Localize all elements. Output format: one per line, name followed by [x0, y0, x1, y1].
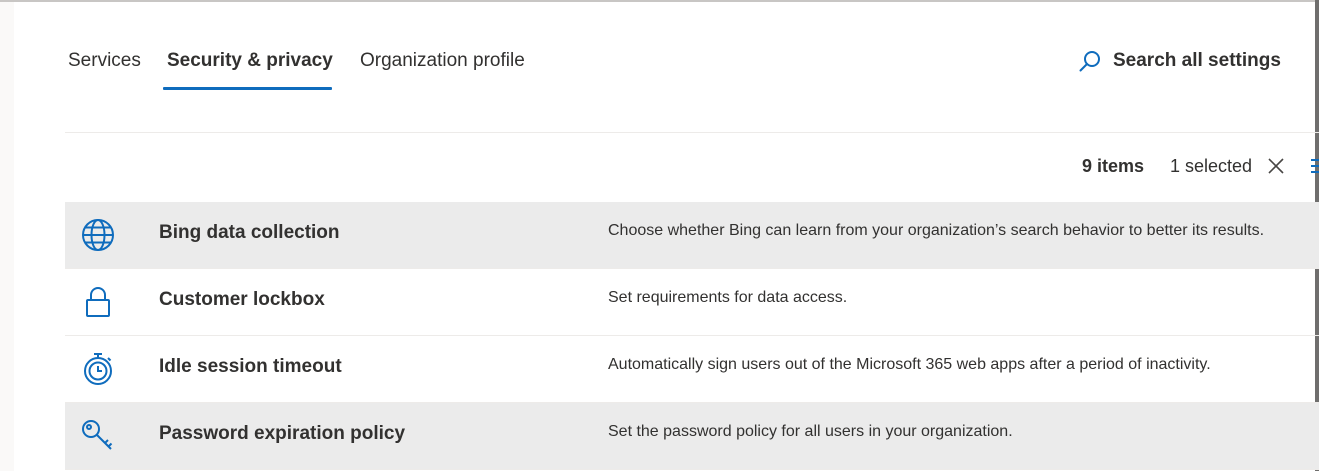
- item-description: Automatically sign users out of the Micr…: [608, 356, 1211, 373]
- lock-icon: [81, 285, 115, 319]
- item-count: 9 items: [1082, 156, 1145, 176]
- header-divider: [65, 132, 1319, 133]
- tab-services[interactable]: Services: [68, 40, 141, 82]
- list-item[interactable]: Customer lockbox Set requirements for da…: [65, 269, 1319, 336]
- globe-icon: [81, 218, 115, 252]
- settings-list: Bing data collection Choose whether Bing…: [65, 202, 1319, 470]
- timer-icon: [81, 352, 115, 386]
- search-label: Search all settings: [1113, 50, 1281, 71]
- search-icon: [1078, 49, 1102, 73]
- list-item[interactable]: Bing data collection Choose whether Bing…: [65, 202, 1319, 269]
- list-item[interactable]: Idle session timeout Automatically sign …: [65, 336, 1319, 403]
- key-icon: [81, 419, 115, 453]
- list-icon[interactable]: [1309, 156, 1319, 176]
- item-name: Password expiration policy: [159, 423, 406, 444]
- active-tab-indicator: [163, 87, 332, 90]
- item-name: Bing data collection: [159, 222, 340, 243]
- close-icon[interactable]: [1266, 156, 1286, 176]
- item-description: Set requirements for data access.: [608, 289, 848, 306]
- list-item[interactable]: Password expiration policy Set the passw…: [65, 403, 1319, 470]
- selected-count: 1 selected: [1170, 156, 1253, 176]
- item-name: Customer lockbox: [159, 289, 325, 310]
- item-description: Set the password policy for all users in…: [608, 423, 1013, 440]
- item-description: Choose whether Bing can learn from your …: [608, 222, 1265, 239]
- tab-security-privacy[interactable]: Security & privacy: [167, 40, 333, 82]
- item-name: Idle session timeout: [159, 356, 342, 377]
- tab-organization-profile[interactable]: Organization profile: [360, 40, 525, 82]
- search-all-settings[interactable]: Search all settings: [1078, 47, 1281, 75]
